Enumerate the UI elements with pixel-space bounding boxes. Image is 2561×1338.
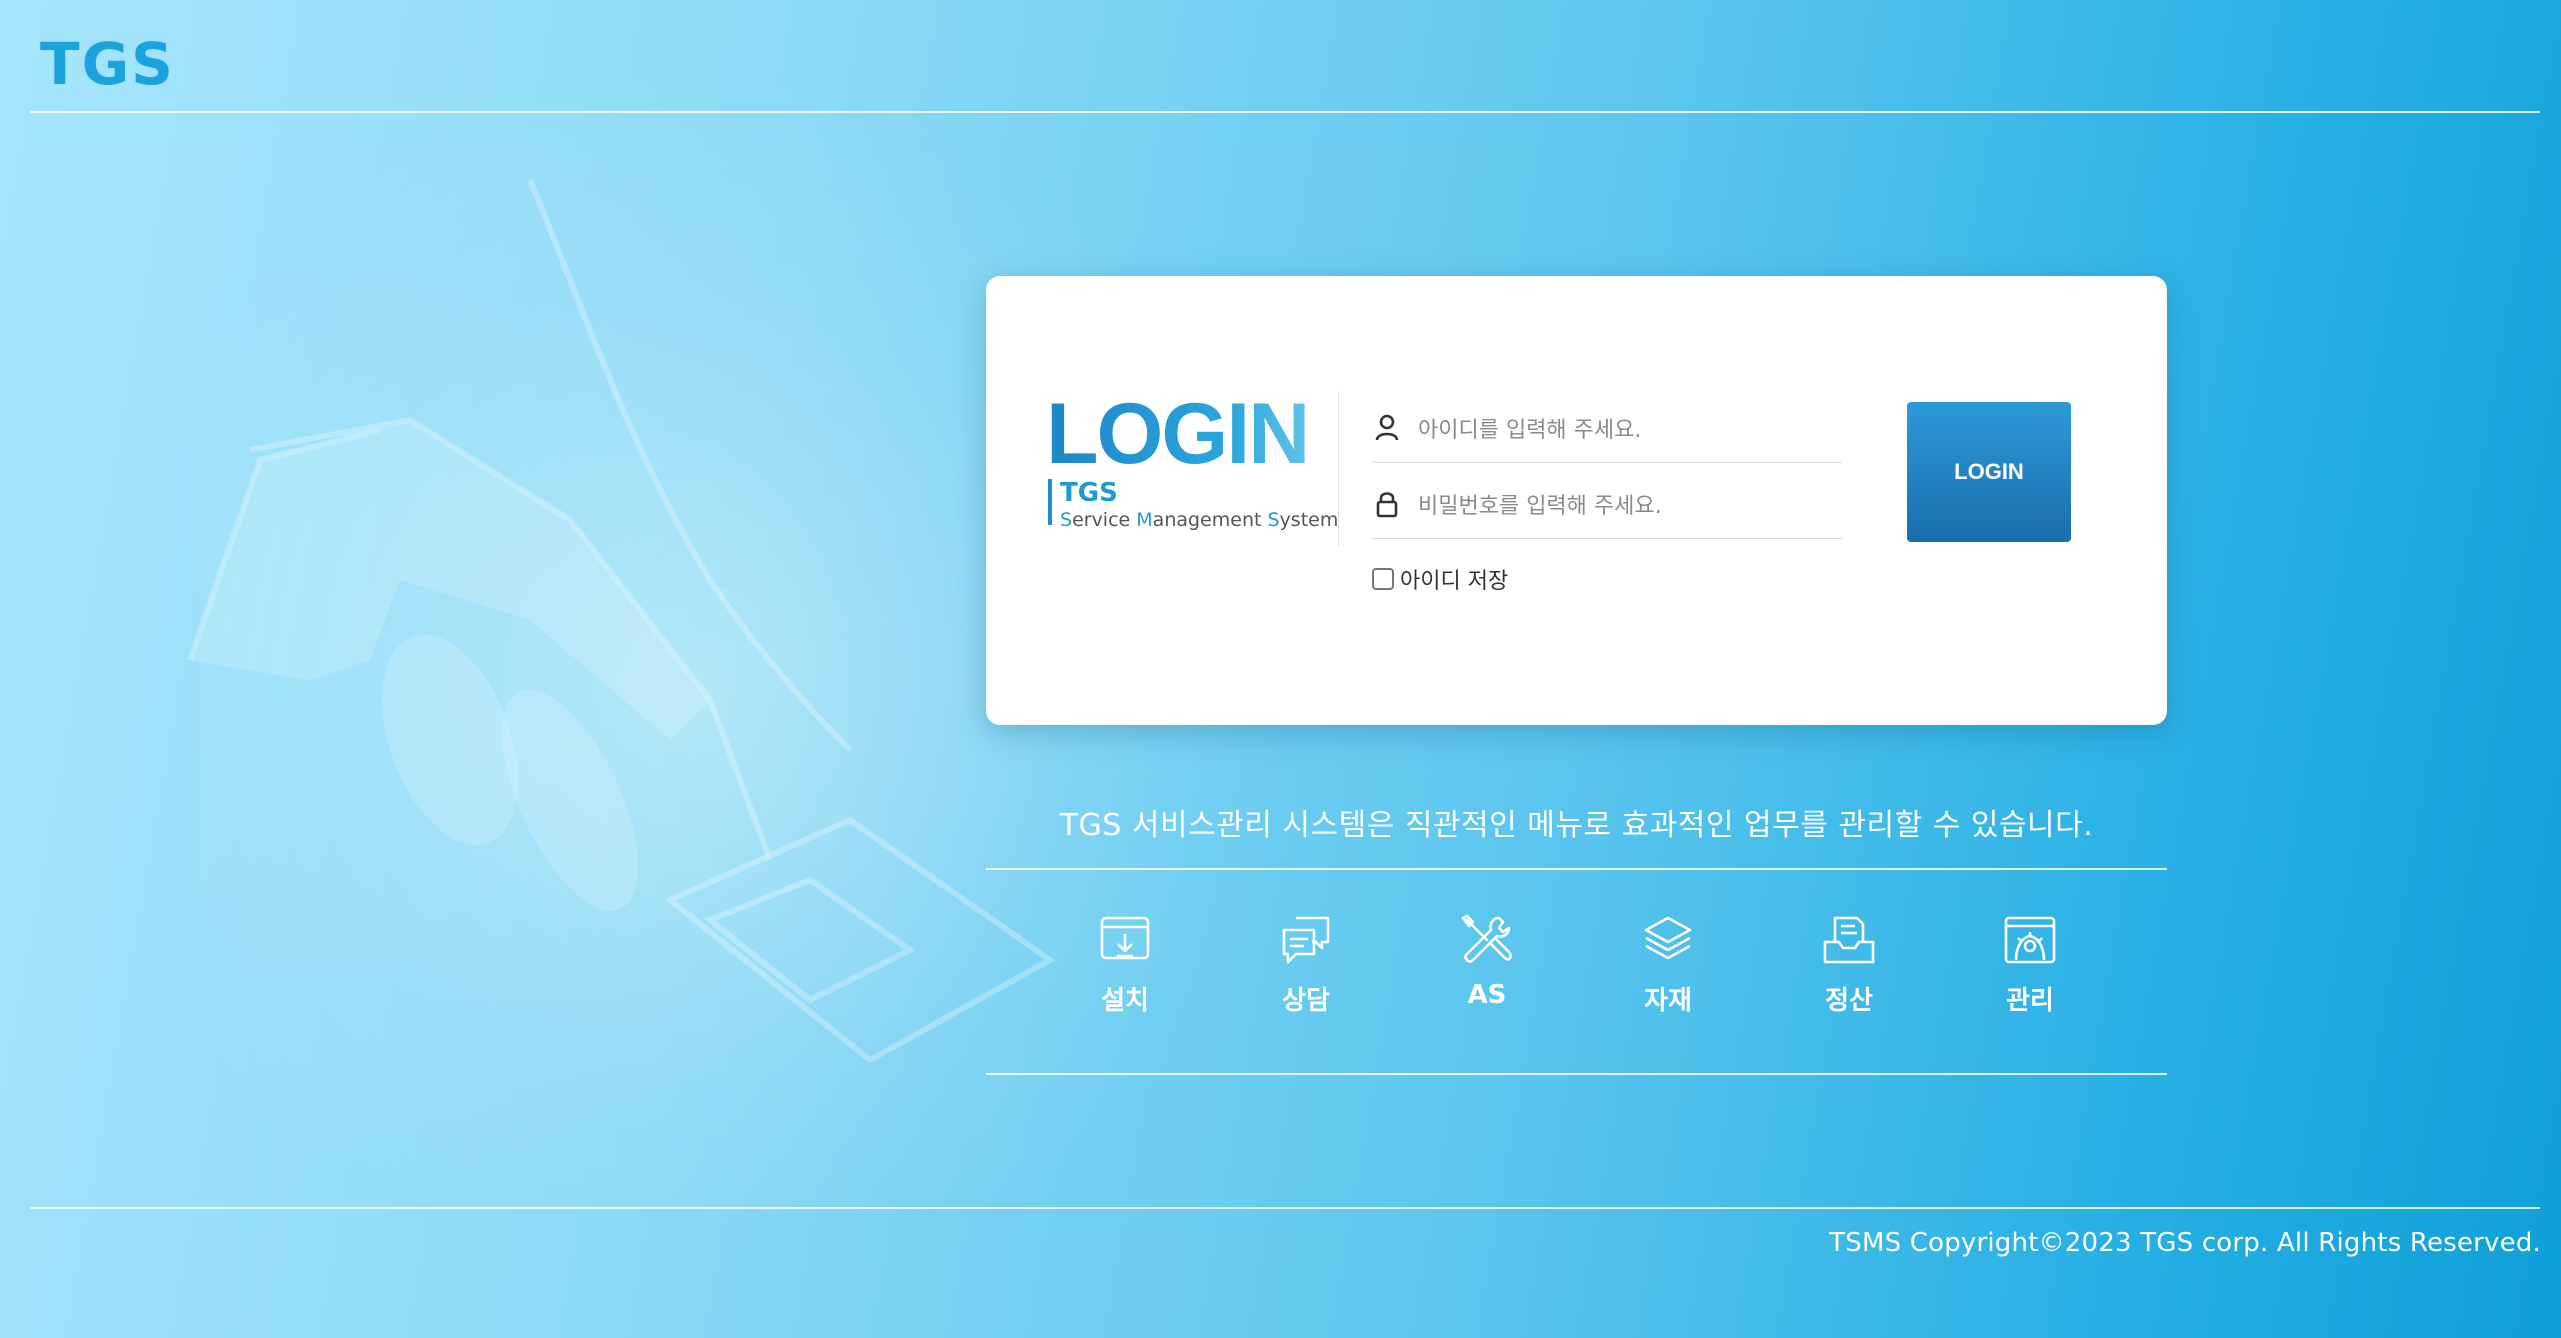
menu-label-management: 관리 (2006, 986, 2054, 1016)
brand-system-initial-s: S (1060, 509, 1073, 531)
brand-subtitle: TGS (1060, 478, 1118, 508)
id-field (1372, 398, 1842, 463)
menu-item-settlement[interactable]: 정산 (1789, 912, 1909, 1032)
brand-system-initial-s2: S (1267, 509, 1280, 531)
header-divider (30, 111, 2540, 113)
login-button[interactable]: LOGIN (1907, 402, 2071, 542)
password-field (1372, 474, 1842, 539)
menu-item-as[interactable]: AS (1427, 912, 1547, 1032)
brand-system-name: Service Management System (1060, 509, 1338, 531)
user-icon (1375, 414, 1399, 441)
menu-divider-top (986, 868, 2167, 870)
remember-id-label[interactable]: 아이디 저장 (1400, 563, 1508, 595)
remember-id-checkbox[interactable] (1372, 568, 1394, 590)
password-input[interactable] (1416, 488, 1840, 524)
brand-accent-bar (1048, 479, 1052, 525)
menu-item-install[interactable]: 설치 (1065, 912, 1185, 1032)
header: TGS (0, 0, 2561, 113)
card-divider (1338, 391, 1339, 546)
brand-system-word-management: anagement (1152, 509, 1268, 531)
menu-item-management[interactable]: 관리 (1970, 912, 2090, 1032)
menu-label-consult: 상담 (1282, 986, 1330, 1016)
remember-id[interactable]: 아이디 저장 (1372, 564, 1508, 594)
tagline: TGS 서비스관리 시스템은 직관적인 메뉴로 효과적인 업무를 관리할 수 있… (1059, 808, 2094, 843)
menu-label-as: AS (1467, 980, 1507, 1010)
inbox-document-icon (1823, 916, 1875, 964)
brand-system-word-system: ystem (1279, 509, 1339, 531)
tgs-logo[interactable]: TGS (40, 30, 175, 98)
copyright-text: TSMS Copyright©2023 TGS corp. All Rights… (1829, 1228, 2541, 1258)
install-icon (1100, 916, 1150, 960)
chat-icon (1282, 916, 1330, 964)
quick-menu: 설치 상담 AS 자재 정산 관리 (1065, 912, 2075, 1032)
login-card: LOGIN TGS Service Management System 아이디 … (986, 276, 2167, 725)
menu-label-install: 설치 (1101, 986, 1149, 1016)
menu-item-consult[interactable]: 상담 (1246, 912, 1366, 1032)
menu-divider-bottom (986, 1073, 2167, 1075)
login-brand: LOGIN TGS Service Management System (1046, 386, 1338, 531)
footer-divider (30, 1207, 2540, 1209)
brand-system-initial-m: M (1136, 509, 1153, 531)
menu-item-materials[interactable]: 자재 (1608, 912, 1728, 1032)
login-title: LOGIN (1046, 386, 1310, 482)
settings-window-icon (2004, 916, 2056, 964)
layers-icon (1644, 916, 1692, 960)
tools-icon (1461, 914, 1512, 963)
id-input[interactable] (1416, 412, 1840, 448)
lock-icon (1376, 492, 1398, 518)
menu-label-settlement: 정산 (1825, 986, 1873, 1016)
brand-system-word-service: ervice (1072, 509, 1137, 531)
menu-label-materials: 자재 (1644, 986, 1692, 1016)
